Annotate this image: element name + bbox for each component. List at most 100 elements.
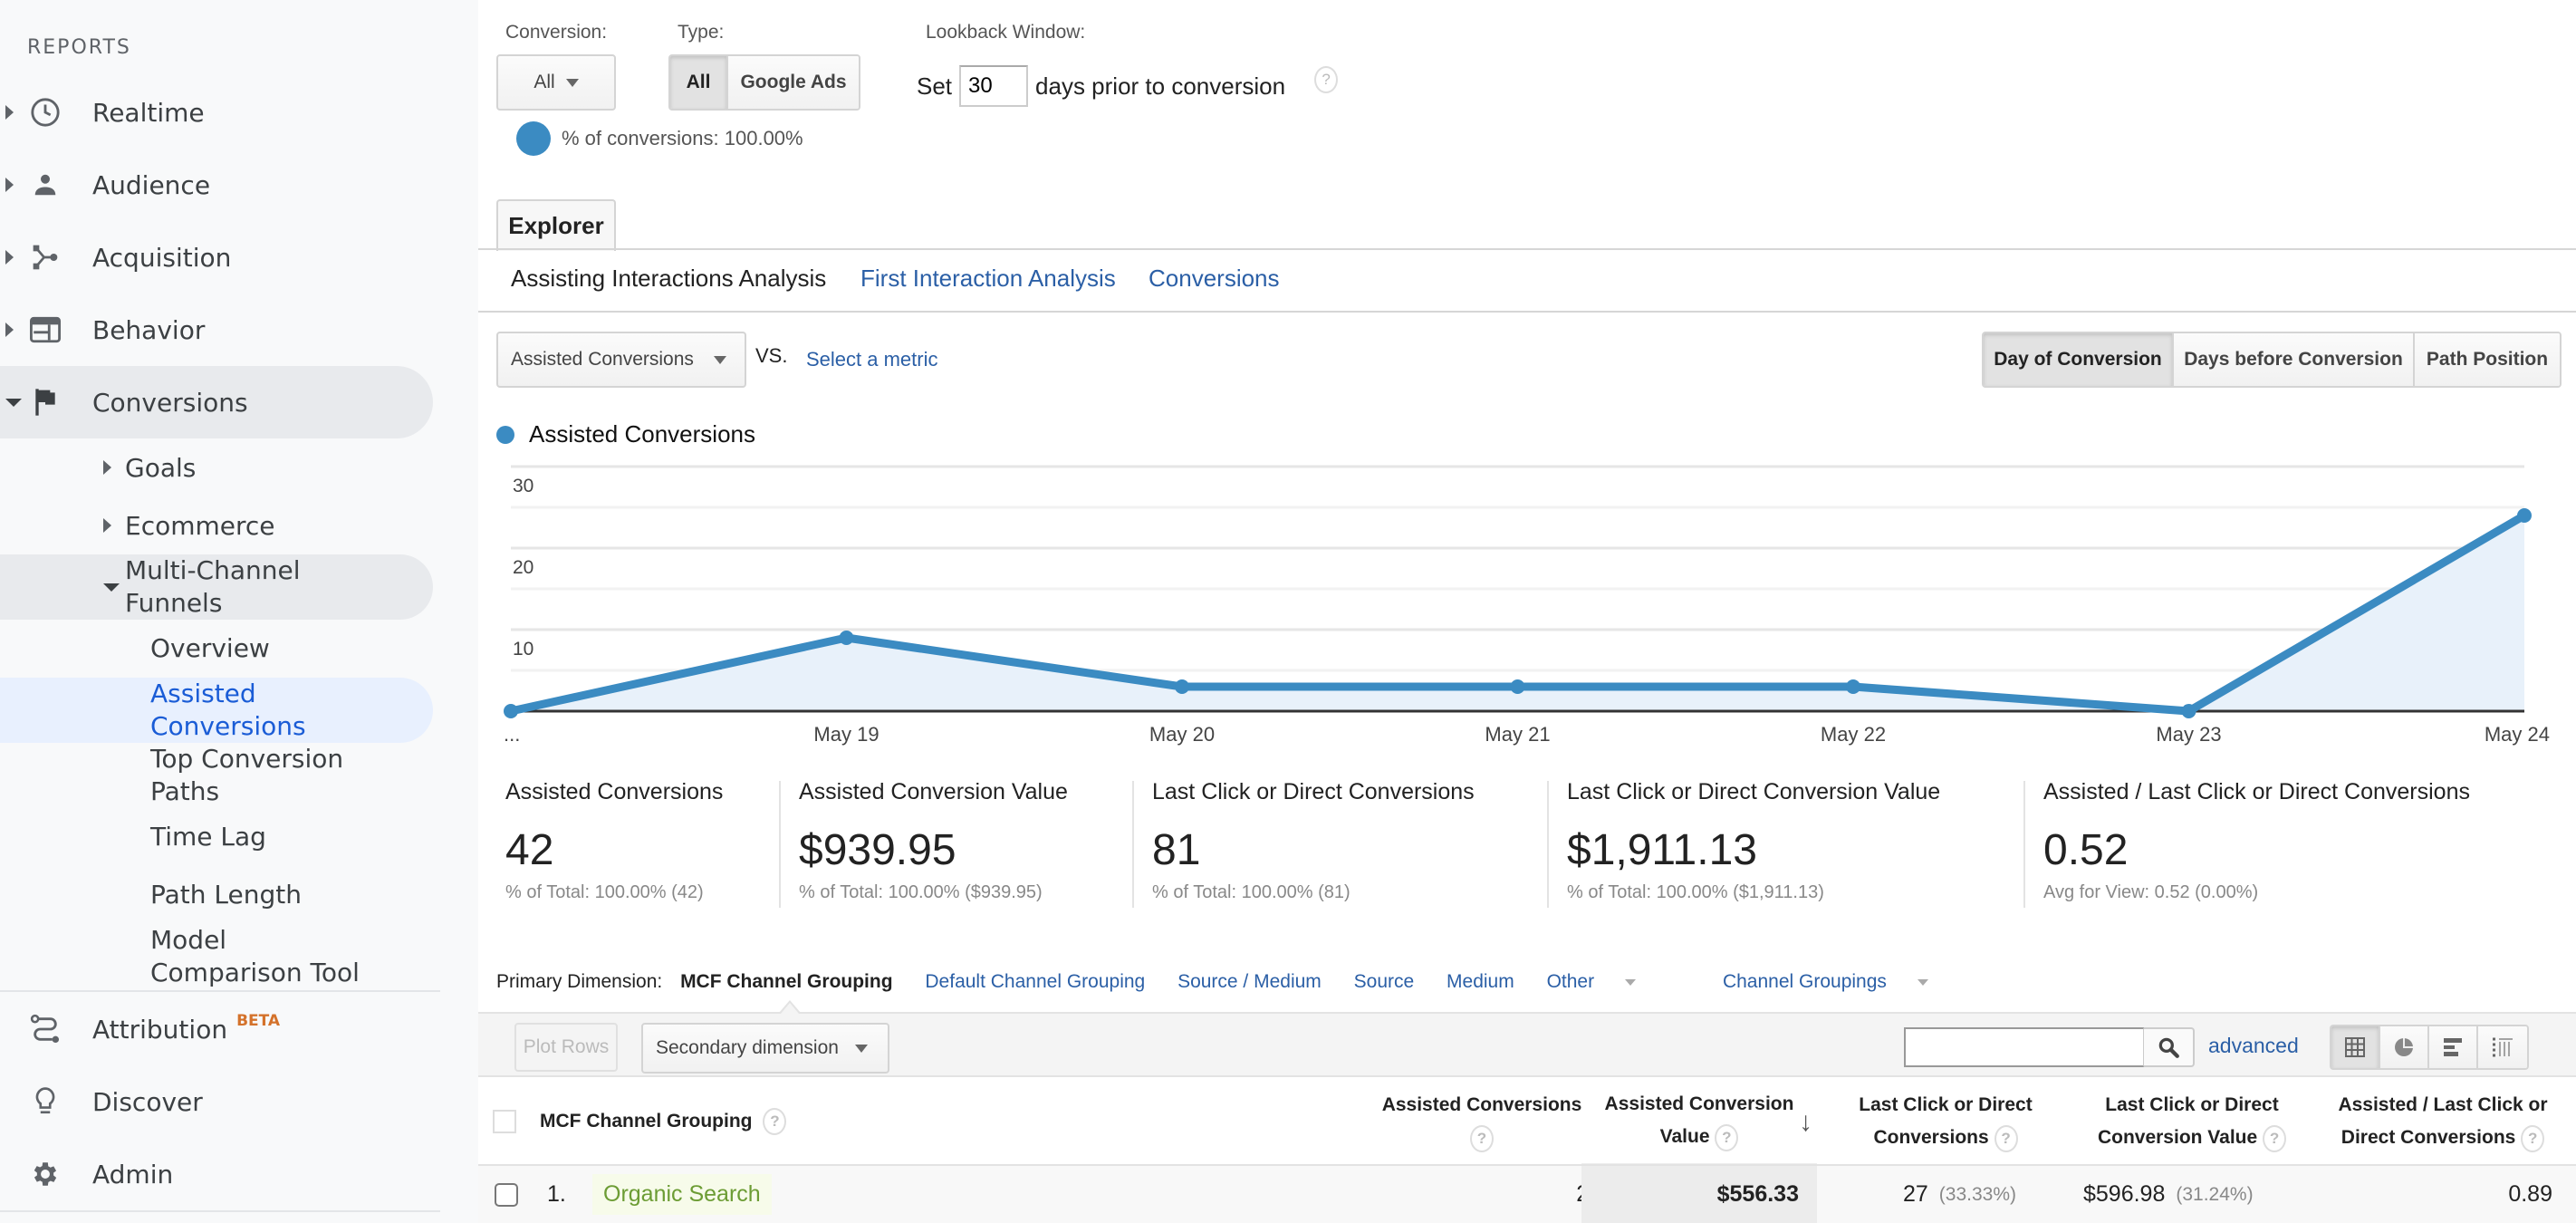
select-all-checkbox[interactable] [493, 1110, 516, 1133]
sidebar-item-path-length[interactable]: Path Length [0, 870, 433, 920]
dimension-default-channel-grouping[interactable]: Default Channel Grouping [925, 971, 1145, 992]
sidebar-item-ecommerce[interactable]: Ecommerce [0, 489, 433, 562]
sidebar-item-label: Model Comparison Tool [150, 925, 360, 987]
plot-rows-button[interactable]: Plot Rows [514, 1023, 618, 1072]
sidebar-item-audience[interactable]: Audience [0, 149, 433, 221]
vs-label: VS. [755, 344, 788, 367]
toggle-path-position[interactable]: Path Position [2415, 333, 2560, 386]
sidebar-item-conversions[interactable]: Conversions [0, 366, 433, 438]
col-header-label: Last Click or Direct [1859, 1094, 2033, 1115]
sidebar-item-admin[interactable]: Admin [0, 1138, 433, 1210]
col-header-label-line2: Direct Conversions [2341, 1127, 2516, 1148]
advanced-link[interactable]: advanced [2208, 1034, 2299, 1058]
view-pie-button[interactable] [2380, 1026, 2429, 1068]
type-option-all[interactable]: All [670, 56, 728, 109]
view-comparison-button[interactable] [2478, 1026, 2527, 1068]
col-header-channel[interactable]: MCF Channel Grouping ? [493, 1078, 873, 1165]
cell-pct: (33.33%) [1938, 1183, 2016, 1205]
secondary-dimension-dropdown[interactable]: Secondary dimension [641, 1023, 889, 1074]
help-icon[interactable]: ? [1994, 1125, 2018, 1152]
sidebar-item-label: Attribution BETA [92, 1012, 280, 1045]
view-bar-button[interactable] [2429, 1026, 2478, 1068]
help-icon[interactable]: ? [1314, 66, 1339, 93]
help-icon[interactable]: ? [1715, 1124, 1739, 1151]
dimension-source[interactable]: Source [1354, 971, 1415, 992]
dimension-medium[interactable]: Medium [1447, 971, 1514, 992]
type-option-google-ads[interactable]: Google Ads [728, 56, 859, 109]
row-checkbox[interactable] [495, 1182, 518, 1207]
grid-icon [2345, 1037, 2365, 1057]
metric-dropdown[interactable]: Assisted Conversions [496, 332, 746, 388]
sidebar-item-acquisition[interactable]: Acquisition [0, 221, 433, 294]
help-icon[interactable]: ? [2521, 1125, 2545, 1152]
subtab-first-interaction[interactable]: First Interaction Analysis [860, 265, 1116, 293]
cell-value: $596.98 [2083, 1181, 2166, 1207]
dimension-source-medium[interactable]: Source / Medium [1177, 971, 1322, 992]
conversion-dropdown[interactable]: All [496, 54, 616, 111]
tab-explorer[interactable]: Explorer [496, 199, 616, 251]
sidebar-item-discover[interactable]: Discover [0, 1065, 433, 1138]
sidebar-item-assisted-conversions[interactable]: Assisted Conversions [0, 678, 433, 743]
sidebar-item-label: Acquisition [92, 242, 232, 273]
caret-down-icon [103, 583, 120, 592]
sidebar-item-overview[interactable]: Overview [0, 623, 433, 674]
attribution-icon [29, 1013, 62, 1045]
caret-right-icon [103, 518, 111, 533]
scorecard-divider [2023, 781, 2025, 908]
sidebar-item-label: Multi-Channel Funnels [125, 555, 301, 618]
help-icon[interactable]: ? [2263, 1125, 2287, 1152]
conversion-value: All [533, 72, 555, 92]
sidebar-item-realtime[interactable]: Realtime [0, 76, 433, 149]
toggle-days-before-conversion[interactable]: Days before Conversion [2174, 333, 2415, 386]
dimension-other-dropdown[interactable]: Other [1547, 971, 1664, 992]
scorecard-divider [1547, 781, 1549, 908]
subtab-conversions[interactable]: Conversions [1149, 265, 1280, 293]
help-icon[interactable]: ? [1470, 1125, 1494, 1152]
attribution-label: Attribution [92, 1014, 228, 1045]
caret-right-icon [5, 250, 14, 265]
scorecard-value: 81 [1152, 826, 1201, 874]
sidebar-item-label: Overview [150, 633, 270, 663]
col-header-label: Last Click or Direct [2105, 1094, 2279, 1115]
sidebar-item-label: Ecommerce [125, 510, 275, 541]
cell-pct: (31.24%) [2176, 1183, 2254, 1205]
select-metric-link[interactable]: Select a metric [806, 348, 938, 371]
x-tick-label: May 20 [1149, 723, 1215, 746]
search-button[interactable] [2144, 1027, 2195, 1067]
x-tick-label: May 22 [1821, 723, 1886, 746]
data-point [2517, 508, 2532, 523]
bar-chart-icon [2444, 1038, 2462, 1056]
sidebar-item-label: Conversions [92, 387, 248, 418]
sidebar-item-multi-channel-funnels[interactable]: Multi-Channel Funnels [0, 554, 433, 620]
col-header-assisted-ratio[interactable]: Assisted / Last Click or Direct Conversi… [2321, 1078, 2565, 1165]
sidebar-item-model-comparison-tool[interactable]: Model Comparison Tool [0, 924, 433, 989]
scorecard-sub: % of Total: 100.00% ($939.95) [799, 882, 1043, 902]
col-header-assisted-conversion-value[interactable]: Assisted Conversion Value ? [1581, 1078, 1817, 1163]
sidebar-item-attribution[interactable]: Attribution BETA [0, 993, 433, 1065]
caret-right-icon [103, 460, 111, 475]
secondary-dimension-label: Secondary dimension [656, 1037, 839, 1058]
col-header-last-click-conversions[interactable]: Last Click or Direct Conversions ? [1828, 1078, 2063, 1165]
data-point [1510, 679, 1525, 694]
x-tick-label: May 19 [813, 723, 879, 746]
channel-link[interactable]: Organic Search [592, 1174, 772, 1215]
col-header-last-click-value[interactable]: Last Click or Direct Conversion Value ? [2074, 1078, 2310, 1165]
data-point [839, 631, 854, 645]
dimension-pointer-inner [781, 1003, 799, 1014]
lookback-days-input[interactable] [959, 65, 1029, 107]
channel-groupings-dropdown[interactable]: Channel Groupings [1723, 971, 1956, 992]
search-icon [2158, 1037, 2179, 1058]
sidebar-item-time-lag[interactable]: Time Lag [0, 812, 433, 862]
cell-value: 27 [1902, 1181, 1928, 1207]
col-header-assisted-conversions[interactable]: Assisted Conversions ? [1346, 1078, 1618, 1165]
toggle-day-of-conversion[interactable]: Day of Conversion [1984, 333, 2174, 386]
help-icon[interactable]: ? [763, 1108, 787, 1135]
sort-descending-icon[interactable]: ↓ [1799, 1107, 1812, 1138]
sidebar-item-top-conversion-paths[interactable]: Top Conversion Paths [0, 743, 433, 808]
subtab-assisting-interactions[interactable]: Assisting Interactions Analysis [511, 265, 826, 293]
sidebar-item-behavior[interactable]: Behavior [0, 294, 433, 366]
table-search-input[interactable] [1904, 1027, 2144, 1067]
x-tick-label: ... [504, 723, 520, 746]
scorecard-last-click-value: Last Click or Direct Conversion Value $1… [1567, 779, 1940, 906]
view-table-button[interactable] [2331, 1026, 2380, 1068]
